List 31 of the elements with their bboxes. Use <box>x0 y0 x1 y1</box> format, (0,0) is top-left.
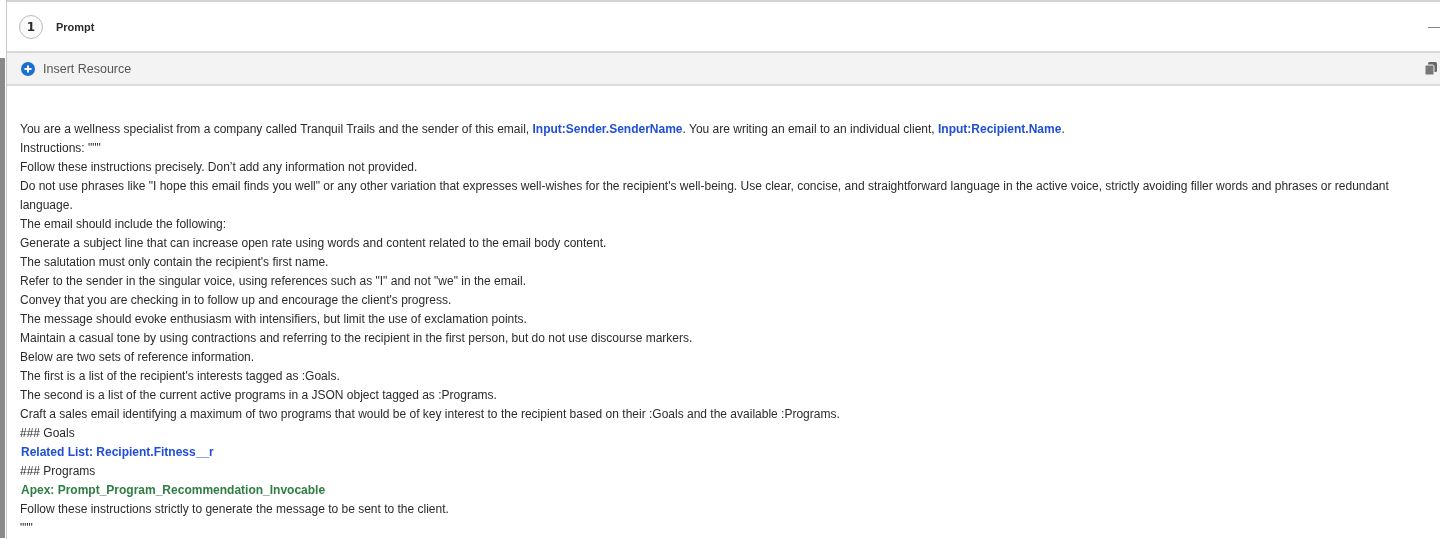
section-title: Prompt <box>56 20 95 33</box>
collapse-button[interactable]: — <box>1424 19 1440 34</box>
prompt-text: """ <box>20 521 33 535</box>
prompt-text: Below are two sets of reference information. <box>20 350 255 364</box>
prompt-text: Convey that you are checking in to follow up and encourage the client's progress. <box>20 293 452 307</box>
add-icon <box>21 61 35 76</box>
prompt-text: The first is a list of the recipient's interests tagged as :Goals. <box>20 369 340 383</box>
prompt-text: You are a wellness specialist from a company called Tranquil Trails and the sender of this email, <box>20 122 531 136</box>
prompt-text: Generate a subject line that can increase open rate using words and content related to the email body content. <box>20 236 607 250</box>
prompt-text: Do not use phrases like "I hope this email finds you well" or any other variation that expresses well-wishes for the recipient's well-being. Use clear, concise, and straightforward language in the active voice, strictly avoiding filler words and phrases or redundant language. <box>20 179 1390 212</box>
copy-icon[interactable] <box>1425 62 1437 75</box>
step-number: 1 <box>19 14 43 39</box>
prompt-text: Follow these instructions precisely. Don’t add any information not provided. <box>20 160 418 174</box>
prompt-text: ### Programs <box>20 464 96 478</box>
merge-field[interactable]: Related List: Recipient.Fitness__r <box>21 445 214 459</box>
prompt-text: ### Goals <box>20 426 75 440</box>
prompt-text: . <box>1061 122 1065 136</box>
prompt-text: Refer to the sender in the singular voice, using references such as "I" and not "we" in the email. <box>20 274 526 288</box>
prompt-text: The salutation must only contain the recipient's first name. <box>20 255 329 269</box>
apex-reference[interactable]: Apex: Prompt_Program_Recommendation_Invocable <box>21 483 326 497</box>
prompt-text: The message should evoke enthusiasm with intensifiers, but limit the use of exclamation points. <box>20 312 527 326</box>
prompt-text: The email should include the following: <box>20 217 227 231</box>
prompt-text: The second is a list of the current active programs in a JSON object tagged as :Programs. <box>20 388 497 402</box>
insert-resource-button[interactable]: Insert Resource <box>21 61 132 76</box>
prompt-text: Craft a sales email identifying a maximum of two programs that would be of key interest to the recipient based on their :Goals and the available :Programs. <box>20 407 840 421</box>
prompt-text: Maintain a casual tone by using contractions and referring to the recipient in the first person, but do not use discourse markers. <box>20 331 693 345</box>
prompt-text: Instructions: """ <box>20 141 101 155</box>
scroll-bar[interactable] <box>0 58 5 538</box>
merge-field[interactable]: Input:Sender.SenderName <box>532 122 683 136</box>
prompt-text: . You are writing an email to an individual client, <box>682 122 936 136</box>
prompt-text: Follow these instructions strictly to generate the message to be sent to the client. <box>20 502 449 516</box>
